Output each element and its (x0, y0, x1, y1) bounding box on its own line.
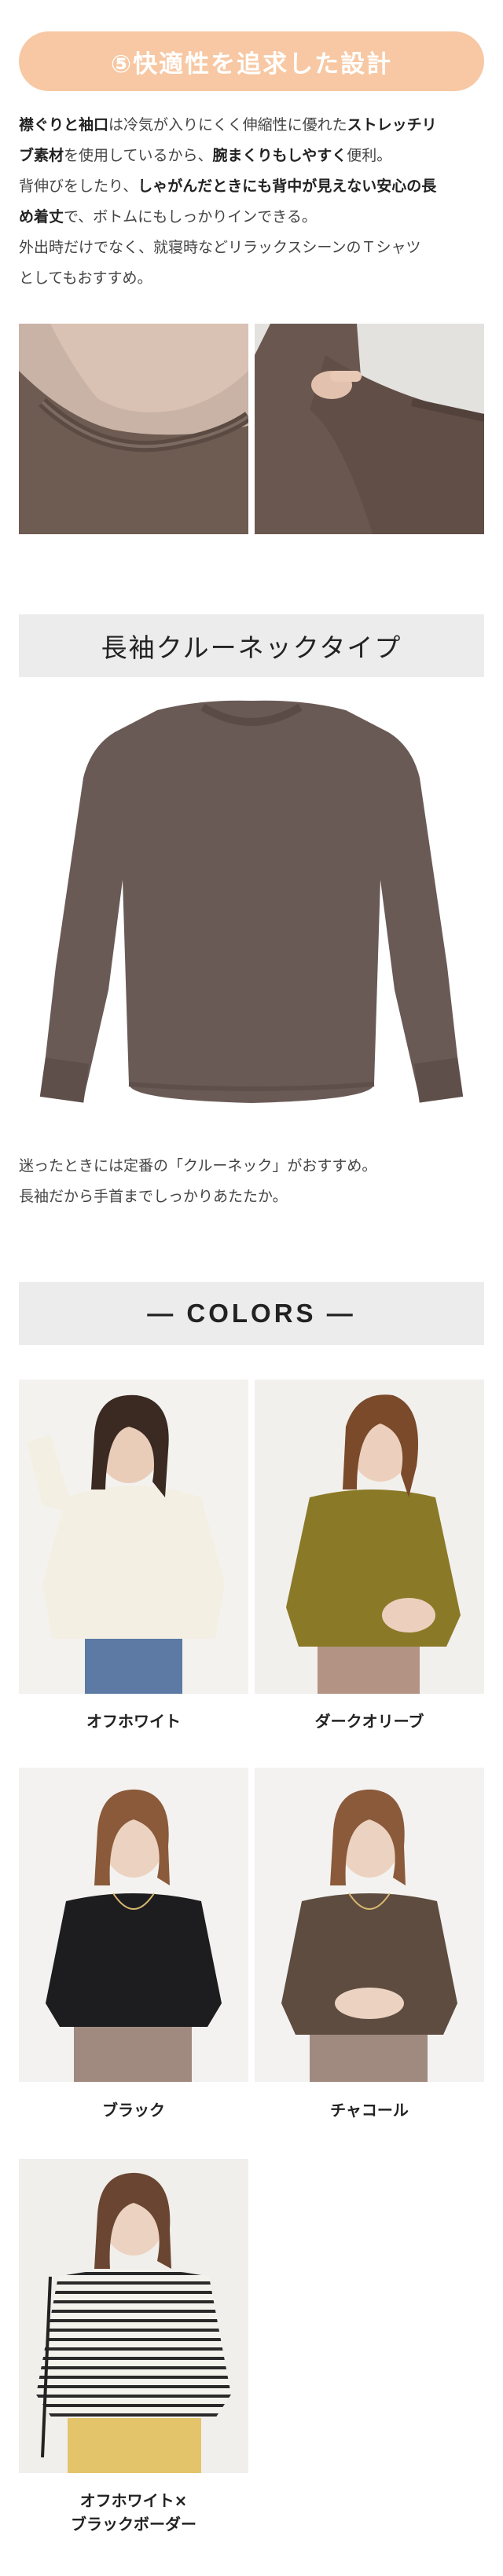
color-photo-charcoal (255, 1768, 484, 2082)
product-description: 迷ったときには定番の「クルーネック」がおすすめ。 長袖だから手首までしっかりあた… (19, 1157, 377, 1205)
product-title: 長袖クルーネックタイプ (101, 632, 402, 663)
color-label-black: ブラック (102, 2101, 165, 2120)
cuff-detail-photo (255, 324, 484, 534)
product-photo-longsleeve-crewneck (19, 691, 484, 1131)
feature-intro: 襟ぐりと袖口は冷気が入りにくく伸縮性に優れたストレッチリ ブ素材を使用しているか… (19, 116, 437, 287)
color-label-off-white: オフホワイト (86, 1712, 181, 1731)
color-label-off-white-black-border: オフホワイト× ブラックボーダー (71, 2491, 196, 2534)
color-label-charcoal: チャコール (330, 2101, 409, 2120)
color-photo-dark-olive (255, 1380, 484, 1694)
product-title-band: 長袖クルーネックタイプ (19, 614, 484, 677)
color-photo-black (19, 1768, 248, 2082)
feature-heading: ⑤快適性を追求した設計 (19, 31, 484, 91)
colors-heading: — COLORS — (147, 1299, 356, 1328)
color-label-dark-olive: ダークオリーブ (314, 1712, 424, 1731)
color-photo-off-white-black-border (19, 2159, 248, 2473)
color-photo-off-white (19, 1380, 248, 1694)
colors-heading-band: — COLORS — (19, 1282, 484, 1345)
neckline-detail-photo (19, 324, 248, 534)
